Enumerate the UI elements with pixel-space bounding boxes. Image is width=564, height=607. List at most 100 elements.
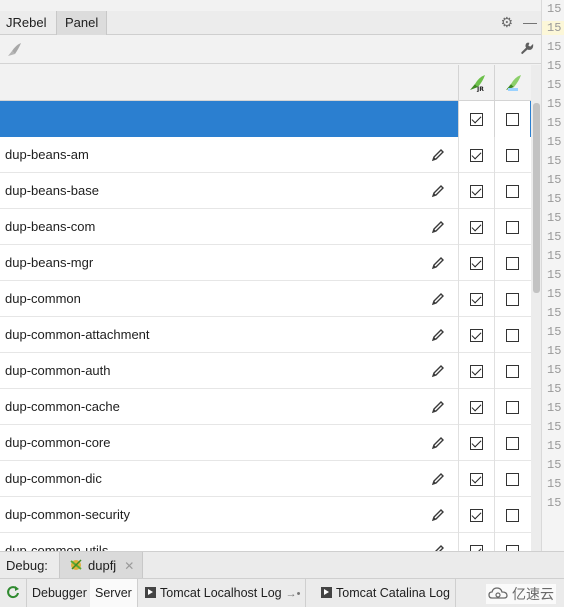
watermark: 亿速云 xyxy=(486,584,556,604)
remote-cell xyxy=(494,533,530,551)
jrebel-rocket-icon[interactable] xyxy=(6,42,22,61)
jrebel-cell xyxy=(458,137,494,173)
remote-cell xyxy=(494,497,530,533)
jrebel-checkbox[interactable] xyxy=(470,472,483,486)
table-row[interactable]: dup-common-attachment xyxy=(0,317,531,353)
remote-cell xyxy=(494,173,530,209)
remote-cell xyxy=(494,281,530,317)
table-row[interactable]: dup-common-auth xyxy=(0,353,531,389)
jrebel-checkbox[interactable] xyxy=(470,400,483,414)
jrebel-checkbox[interactable] xyxy=(470,292,483,306)
debug-session-tab[interactable]: dupfj ✕ xyxy=(59,552,144,579)
tab-server[interactable]: Server xyxy=(90,579,138,607)
pencil-icon[interactable] xyxy=(431,184,445,198)
tab-panel[interactable]: Panel xyxy=(56,11,108,35)
pencil-icon[interactable] xyxy=(431,364,445,378)
tab-tomcat-catalina-log[interactable]: Tomcat Catalina Log xyxy=(316,579,456,607)
jrebel-checkbox[interactable] xyxy=(470,184,483,198)
line-number: 15 xyxy=(547,40,562,54)
module-name: dup-common-cache xyxy=(5,399,120,414)
remote-checkbox[interactable] xyxy=(506,256,519,270)
remote-checkbox[interactable] xyxy=(506,184,519,198)
gear-icon[interactable]: ⚙ xyxy=(500,15,513,29)
jrebel-cell xyxy=(458,101,494,137)
pencil-icon[interactable] xyxy=(431,508,445,522)
line-number: 15 xyxy=(547,458,562,472)
scrollbar-thumb[interactable] xyxy=(533,103,540,293)
pencil-icon[interactable] xyxy=(431,544,445,551)
table-row[interactable]: dup-common xyxy=(0,281,531,317)
jrebel-cell xyxy=(458,245,494,281)
line-number: 15 xyxy=(547,382,562,396)
remote-column-header[interactable] xyxy=(494,65,530,101)
module-name: dup-common-attachment xyxy=(5,327,150,342)
line-number: 15 xyxy=(547,439,562,453)
console-icon xyxy=(321,587,332,598)
jrebel-checkbox[interactable] xyxy=(470,364,483,378)
jrebel-column-header[interactable]: JR xyxy=(458,65,494,101)
table-row[interactable]: dup-common-dic xyxy=(0,461,531,497)
table-header: JR xyxy=(0,65,531,101)
table-row[interactable]: dup-common-cache xyxy=(0,389,531,425)
wrench-icon[interactable] xyxy=(520,41,535,60)
table-row[interactable]: dup-beans-am xyxy=(0,137,531,173)
pencil-icon[interactable] xyxy=(431,328,445,342)
remote-checkbox[interactable] xyxy=(506,400,519,414)
jrebel-cell xyxy=(458,461,494,497)
remote-cell xyxy=(494,137,530,173)
jrebel-cell xyxy=(458,533,494,551)
jrebel-cell xyxy=(458,425,494,461)
line-number: 15 xyxy=(547,496,562,510)
remote-checkbox[interactable] xyxy=(506,148,519,162)
remote-checkbox[interactable] xyxy=(506,220,519,234)
tab-jrebel[interactable]: JRebel xyxy=(0,11,52,35)
table-row[interactable]: dup-common-security xyxy=(0,497,531,533)
table-row[interactable] xyxy=(0,101,531,137)
remote-checkbox[interactable] xyxy=(506,328,519,342)
pencil-icon[interactable] xyxy=(431,472,445,486)
line-number: 15 xyxy=(547,420,562,434)
jrebel-checkbox[interactable] xyxy=(470,328,483,342)
module-name: dup-common-core xyxy=(5,435,111,450)
minimize-icon[interactable]: — xyxy=(523,15,537,29)
jrebel-checkbox[interactable] xyxy=(470,436,483,450)
line-number: 15 xyxy=(547,230,562,244)
table-row[interactable]: dup-common-core xyxy=(0,425,531,461)
tab-actions: ⚙ — xyxy=(500,15,537,29)
pencil-icon[interactable] xyxy=(431,292,445,306)
editor-gutter: 15 15 15 15 15 15 15 15 15 15 15 15 15 15 15 15 15 15 15 15… xyxy=(541,0,564,551)
table-row[interactable]: dup-beans-com xyxy=(0,209,531,245)
module-name: dup-common-dic xyxy=(5,471,102,486)
remote-checkbox[interactable] xyxy=(506,472,519,486)
pencil-icon[interactable] xyxy=(431,148,445,162)
remote-cell xyxy=(494,209,530,245)
module-name: dup-beans-mgr xyxy=(5,255,94,270)
rerun-icon[interactable] xyxy=(0,579,27,607)
tab-debugger[interactable]: Debugger xyxy=(27,579,93,607)
remote-checkbox[interactable] xyxy=(506,508,519,522)
jrebel-cell xyxy=(458,497,494,533)
pencil-icon[interactable] xyxy=(431,400,445,414)
tab-tomcat-localhost-log[interactable]: Tomcat Localhost Log →• xyxy=(140,579,307,607)
panel-toolbar xyxy=(0,36,541,64)
jrebel-checkbox[interactable] xyxy=(470,508,483,522)
remote-cell xyxy=(494,425,530,461)
line-number: 15 xyxy=(547,78,562,92)
pencil-icon[interactable] xyxy=(431,436,445,450)
jrebel-checkbox[interactable] xyxy=(470,112,483,126)
remote-checkbox[interactable] xyxy=(506,292,519,306)
table-row[interactable]: dup-beans-base xyxy=(0,173,531,209)
pencil-icon[interactable] xyxy=(431,256,445,270)
remote-checkbox[interactable] xyxy=(506,364,519,378)
module-name: dup-common-utils xyxy=(5,543,109,551)
remote-checkbox[interactable] xyxy=(506,112,519,126)
pencil-icon[interactable] xyxy=(431,220,445,234)
jrebel-checkbox[interactable] xyxy=(470,148,483,162)
close-icon[interactable]: ✕ xyxy=(124,559,134,573)
table-row[interactable]: dup-common-utils xyxy=(0,533,531,551)
vertical-scrollbar[interactable] xyxy=(531,65,541,551)
remote-checkbox[interactable] xyxy=(506,436,519,450)
table-row[interactable]: dup-beans-mgr xyxy=(0,245,531,281)
jrebel-checkbox[interactable] xyxy=(470,220,483,234)
jrebel-checkbox[interactable] xyxy=(470,256,483,270)
